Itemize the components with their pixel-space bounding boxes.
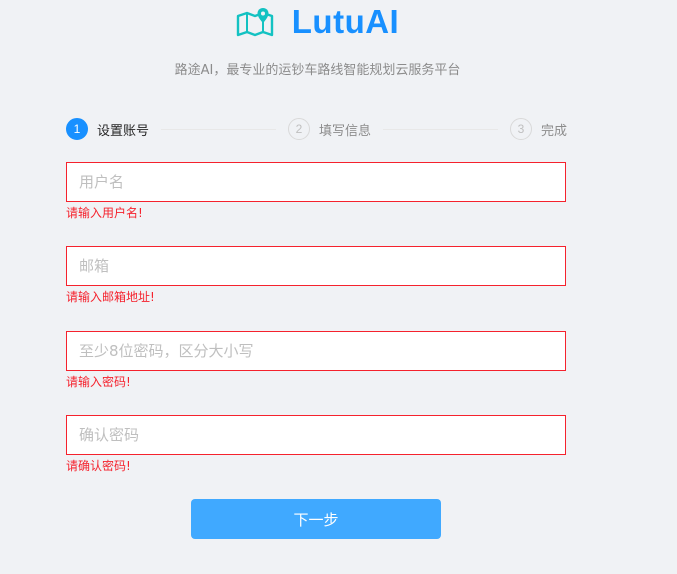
username-field-group: 请输入用户名!	[66, 162, 566, 221]
step-1: 1 设置账号	[66, 118, 149, 140]
step-2-label: 填写信息	[319, 123, 372, 139]
step-connector	[161, 128, 276, 130]
password-input[interactable]	[66, 331, 566, 371]
brand-name: LutuAI	[291, 3, 400, 40]
step-2-number: 2	[288, 118, 310, 140]
step-3: 3 完成	[510, 118, 567, 140]
username-input[interactable]	[66, 162, 566, 202]
password-field-group: 请输入密码!	[66, 331, 566, 390]
step-1-number: 1	[66, 118, 88, 140]
confirm-password-input[interactable]	[66, 415, 566, 455]
register-page: LutuAI 路途AI，最专业的运钞车路线智能规划云服务平台 1 设置账号 2 …	[0, 0, 677, 574]
username-error: 请输入用户名!	[66, 206, 143, 220]
next-step-button[interactable]: 下一步	[191, 499, 441, 539]
confirm-password-error: 请确认密码!	[66, 459, 131, 473]
brand-header: LutuAI	[0, 0, 635, 44]
email-field-group: 请输入邮箱地址!	[66, 246, 566, 305]
email-error: 请输入邮箱地址!	[66, 290, 155, 304]
brand-tagline: 路途AI，最专业的运钞车路线智能规划云服务平台	[174, 63, 461, 78]
progress-steps: 1 设置账号 2 填写信息 3 完成	[66, 117, 567, 141]
step-connector	[383, 128, 498, 130]
password-error: 请输入密码!	[66, 375, 131, 389]
step-1-label: 设置账号	[97, 123, 150, 139]
email-input[interactable]	[66, 246, 566, 286]
step-3-number: 3	[510, 118, 532, 140]
step-2: 2 填写信息	[288, 118, 371, 140]
step-3-label: 完成	[541, 123, 568, 139]
confirm-password-field-group: 请确认密码!	[66, 415, 566, 474]
map-pin-icon	[236, 7, 274, 37]
